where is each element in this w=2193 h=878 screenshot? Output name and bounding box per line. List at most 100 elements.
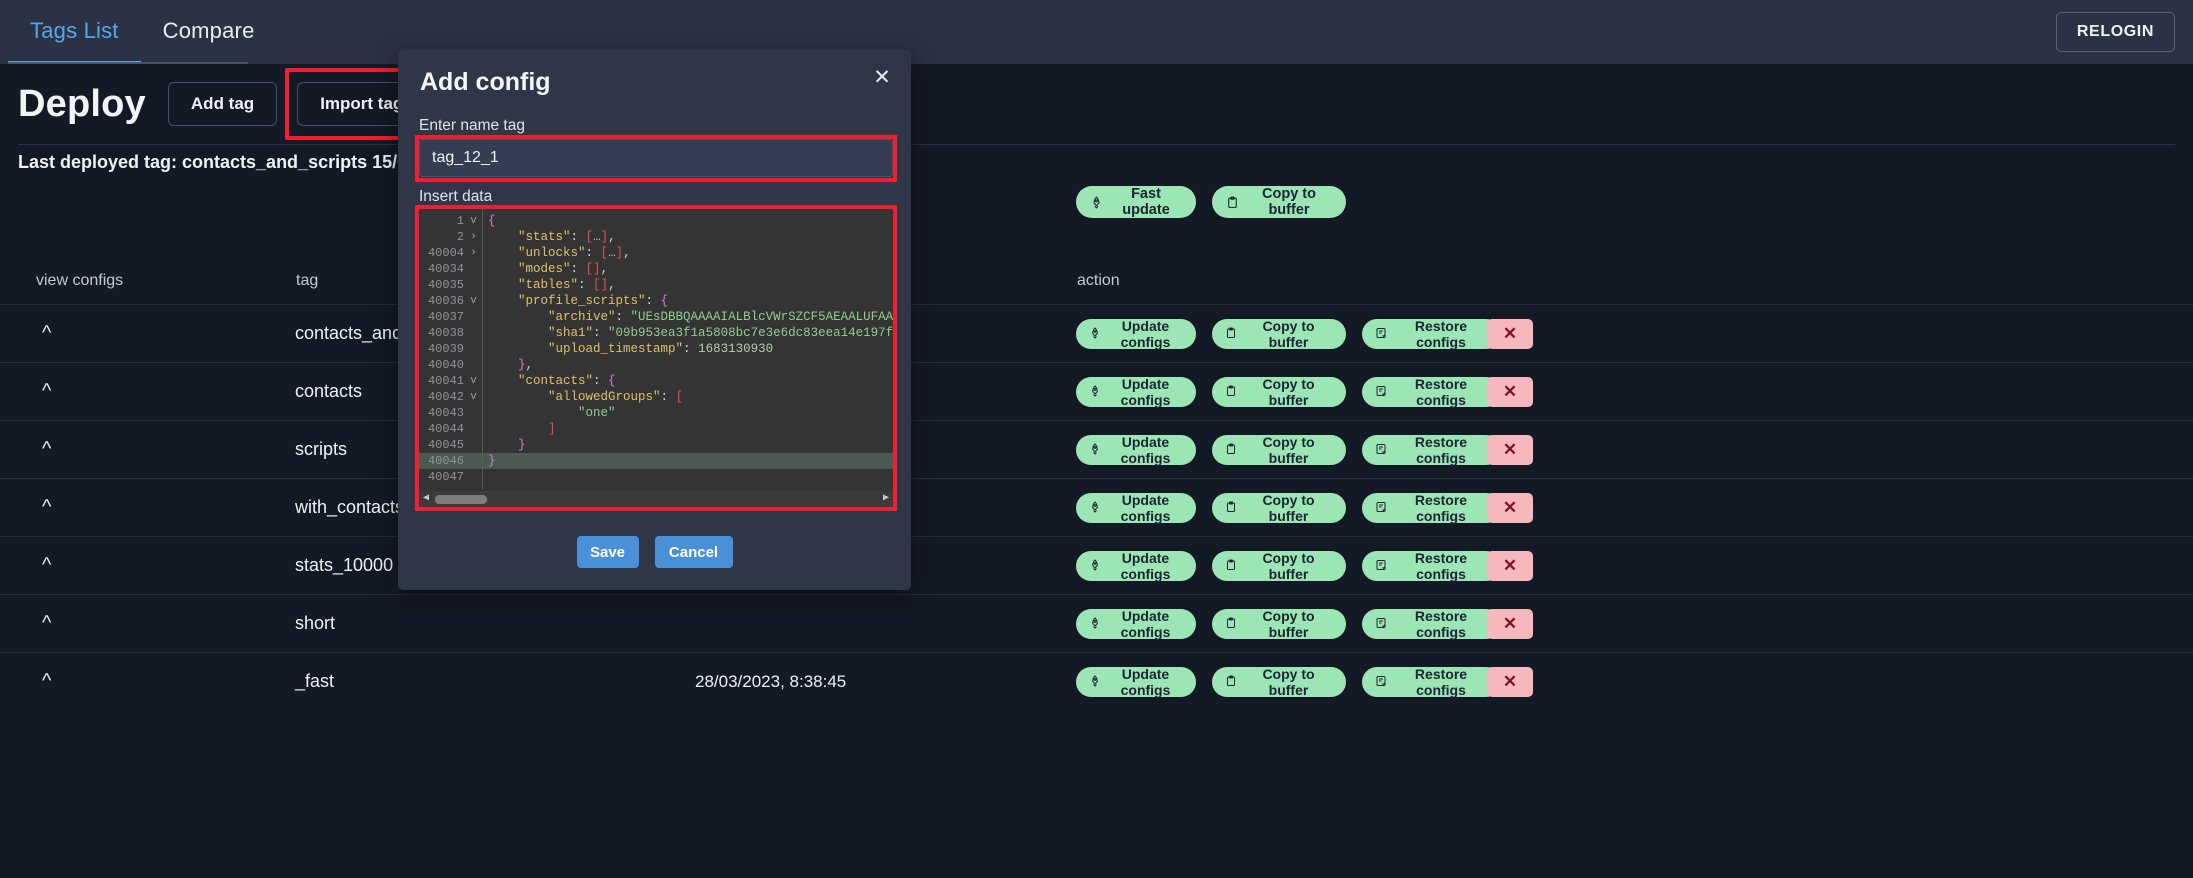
code-text: }, xyxy=(518,358,534,372)
expand-configs-chevron-icon[interactable]: ^ xyxy=(42,555,51,575)
copy-to-buffer-button[interactable]: Copy to buffer xyxy=(1212,434,1346,466)
json-code-editor[interactable]: 1 v{2 › "stats": […], 40004 › "unlocks": […]… xyxy=(419,209,893,507)
row-divider xyxy=(0,652,2193,653)
delete-row-button[interactable]: ✕ xyxy=(1487,319,1533,349)
expand-configs-chevron-icon[interactable]: ^ xyxy=(42,323,51,343)
line-number: 40038 xyxy=(427,326,464,340)
expand-configs-chevron-icon[interactable]: ^ xyxy=(42,671,51,691)
close-icon[interactable]: ✕ xyxy=(869,64,895,90)
expand-configs-chevron-icon[interactable]: ^ xyxy=(42,613,51,633)
code-fold-icon[interactable]: › xyxy=(467,229,480,245)
delete-row-button[interactable]: ✕ xyxy=(1487,609,1533,639)
table-row: ^ stats_10000 Update configs Copy to buffer… xyxy=(0,537,2193,595)
code-fold-icon[interactable]: v xyxy=(467,293,480,309)
update-configs-button[interactable]: Update configs xyxy=(1076,318,1196,350)
copy-to-buffer-button[interactable]: Copy to buffer xyxy=(1212,666,1346,698)
code-text: ] xyxy=(548,422,556,436)
restore-configs-button[interactable]: Restore configs xyxy=(1362,608,1501,640)
relogin-button[interactable]: RELOGIN xyxy=(2055,12,2175,52)
update-configs-button[interactable]: Update configs xyxy=(1076,434,1196,466)
rocket-icon xyxy=(1089,558,1101,574)
copy-to-buffer-button[interactable]: Copy to buffer xyxy=(1212,318,1346,350)
line-number: 40046 xyxy=(427,454,464,468)
update-configs-button[interactable]: Update configs xyxy=(1076,550,1196,582)
tab-compare-label: Compare xyxy=(162,18,255,43)
copy-to-buffer-button[interactable]: Copy to buffer xyxy=(1212,492,1346,524)
line-number: 40040 xyxy=(427,358,464,372)
row-tag-name: scripts xyxy=(295,439,348,459)
delete-row-button[interactable]: ✕ xyxy=(1487,435,1533,465)
copy-to-buffer-button[interactable]: Copy to buffer xyxy=(1212,608,1346,640)
gutter-separator xyxy=(482,209,483,489)
scroll-left-icon[interactable]: ◀ xyxy=(419,491,433,507)
restore-configs-label: Restore configs xyxy=(1414,434,1468,466)
line-number: 40041 xyxy=(427,374,464,388)
restore-icon xyxy=(1375,616,1387,632)
row-divider xyxy=(0,304,2193,305)
tab-compare[interactable]: Compare xyxy=(141,0,277,64)
scrollbar-track[interactable] xyxy=(433,491,879,507)
restore-configs-button[interactable]: Restore configs xyxy=(1362,318,1501,350)
row-tag-name: short xyxy=(295,613,336,633)
expand-configs-chevron-icon[interactable]: ^ xyxy=(42,497,51,517)
copy-to-buffer-button[interactable]: Copy to buffer xyxy=(1212,550,1346,582)
code-text: "archive": "UEsDBBQAAAAIALBlcVWrSZCF5AEA… xyxy=(548,310,893,324)
code-line: 40040 }, xyxy=(419,357,893,373)
code-line: 40039 "upload_timestamp": 1683130930 xyxy=(419,341,893,357)
restore-configs-button[interactable]: Restore configs xyxy=(1362,492,1501,524)
restore-icon xyxy=(1375,326,1387,342)
clipboard-icon xyxy=(1225,500,1237,516)
restore-configs-label: Restore configs xyxy=(1414,608,1468,640)
code-text: "one" xyxy=(578,406,616,420)
row-tag-name: _fast xyxy=(295,671,335,691)
restore-icon xyxy=(1375,558,1387,574)
rocket-icon xyxy=(1089,674,1101,690)
update-configs-label: Update configs xyxy=(1120,492,1171,524)
delete-row-button[interactable]: ✕ xyxy=(1487,493,1533,523)
update-configs-label: Update configs xyxy=(1120,318,1171,350)
update-configs-label: Update configs xyxy=(1120,434,1171,466)
update-configs-button[interactable]: Update configs xyxy=(1076,376,1196,408)
line-number: 40034 xyxy=(427,262,464,276)
code-fold-icon[interactable]: › xyxy=(467,245,480,261)
update-configs-label: Update configs xyxy=(1120,550,1171,582)
cancel-button[interactable]: Cancel xyxy=(654,536,733,568)
rocket-icon xyxy=(1089,384,1101,400)
restore-configs-label: Restore configs xyxy=(1414,550,1468,582)
add-tag-button[interactable]: Add tag xyxy=(167,82,278,126)
scrollbar-thumb[interactable] xyxy=(435,495,487,504)
expand-configs-chevron-icon[interactable]: ^ xyxy=(42,439,51,459)
copy-to-buffer-button[interactable]: Copy to buffer xyxy=(1212,376,1346,408)
update-configs-button[interactable]: Update configs xyxy=(1076,666,1196,698)
code-fold-icon[interactable]: v xyxy=(467,389,480,405)
restore-icon xyxy=(1375,500,1387,516)
delete-row-button[interactable]: ✕ xyxy=(1487,377,1533,407)
copy-to-buffer-button[interactable]: Copy to buffer xyxy=(1212,186,1346,218)
save-button[interactable]: Save xyxy=(576,536,639,568)
line-number: 40045 xyxy=(427,438,464,452)
restore-configs-button[interactable]: Restore configs xyxy=(1362,666,1501,698)
update-configs-button[interactable]: Update configs xyxy=(1076,608,1196,640)
fast-update-button[interactable]: Fast update xyxy=(1076,186,1196,218)
restore-configs-button[interactable]: Restore configs xyxy=(1362,434,1501,466)
update-configs-button[interactable]: Update configs xyxy=(1076,492,1196,524)
name-tag-label: Enter name tag xyxy=(419,117,525,134)
copy-to-buffer-label: Copy to buffer xyxy=(1262,434,1315,466)
update-configs-label: Update configs xyxy=(1120,608,1171,640)
name-tag-input[interactable] xyxy=(419,139,893,177)
tab-tags-list[interactable]: Tags List xyxy=(8,0,141,64)
line-number: 40035 xyxy=(427,278,464,292)
row-divider xyxy=(0,594,2193,595)
column-header-tag: tag xyxy=(296,272,319,289)
scroll-right-icon[interactable]: ▶ xyxy=(879,491,893,507)
restore-configs-button[interactable]: Restore configs xyxy=(1362,550,1501,582)
delete-row-button[interactable]: ✕ xyxy=(1487,667,1533,697)
code-fold-icon[interactable]: v xyxy=(467,373,480,389)
expand-configs-chevron-icon[interactable]: ^ xyxy=(42,381,51,401)
editor-horizontal-scrollbar[interactable]: ◀ ▶ xyxy=(419,491,893,507)
line-number: 40039 xyxy=(427,342,464,356)
delete-row-button[interactable]: ✕ xyxy=(1487,551,1533,581)
code-text: "contacts": { xyxy=(518,374,616,388)
code-fold-icon[interactable]: v xyxy=(467,213,480,229)
restore-configs-button[interactable]: Restore configs xyxy=(1362,376,1501,408)
